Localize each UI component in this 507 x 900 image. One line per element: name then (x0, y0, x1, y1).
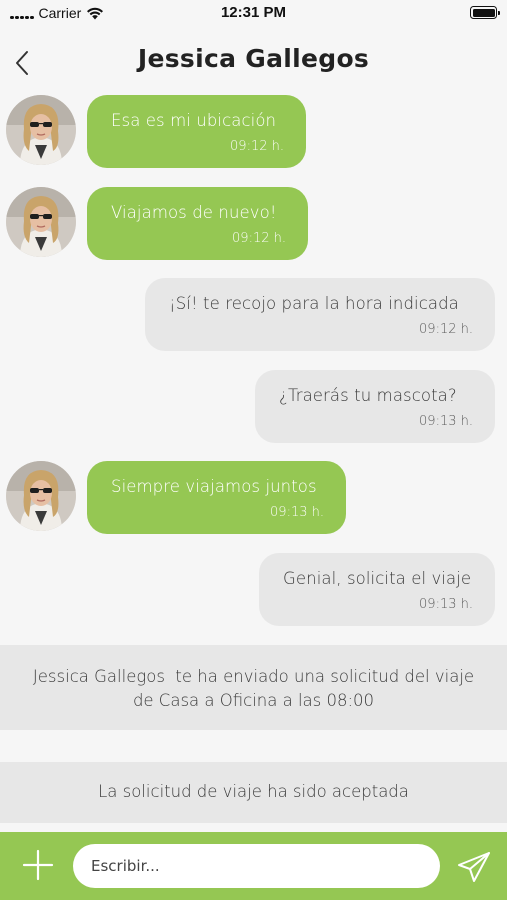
notice-line: de Casa a Oficina a las 08:00 (132, 691, 375, 710)
message-time: 09:12 h. (230, 139, 284, 154)
message-time: 09:12 h. (232, 231, 286, 246)
message-bubble-outgoing: ¡Sí! te recojo para la hora indicada 09:… (145, 278, 495, 351)
message-time: 09:12 h. (419, 322, 473, 337)
status-time: 12:31 PM (220, 4, 287, 21)
avatar (6, 95, 76, 165)
message-text: Genial, solicita el viaje (283, 569, 472, 588)
message-time: 09:13 h. (419, 414, 473, 429)
avatar (6, 187, 76, 257)
message-bubble-outgoing: Genial, solicita el viaje 09:13 h. (259, 553, 495, 626)
message-bubble-incoming: Viajamos de nuevo! 09:12 h. (87, 187, 308, 260)
notice-line: Jessica Gallegos te ha enviado una solic… (32, 667, 475, 686)
message-time: 09:13 h. (419, 597, 473, 612)
page-title: Jessica Gallegos (137, 44, 370, 73)
message-time: 09:13 h. (270, 505, 324, 520)
chat-header: Jessica Gallegos (0, 28, 507, 92)
status-bar: Carrier 12:31 PM (0, 0, 507, 28)
send-button[interactable] (456, 849, 492, 885)
message-bubble-outgoing: ¿Traerás tu mascota? 09:13 h. (255, 370, 495, 443)
composer-bar (0, 832, 507, 900)
add-attachment-button[interactable] (22, 849, 54, 881)
message-text: Viajamos de nuevo! (111, 203, 277, 222)
message-text: ¡Sí! te recojo para la hora indicada (169, 294, 459, 313)
message-text: Esa es mi ubicación (111, 111, 277, 130)
avatar (6, 461, 76, 531)
message-bubble-incoming: Siempre viajamos juntos 09:13 h. (87, 461, 346, 534)
trip-accepted-notice: La solicitud de viaje ha sido aceptada (0, 762, 507, 823)
plus-icon (22, 849, 54, 881)
trip-request-notice: Jessica Gallegos te ha enviado una solic… (0, 645, 507, 730)
message-input[interactable] (73, 844, 440, 888)
message-text: Siempre viajamos juntos (111, 477, 317, 496)
message-text: ¿Traerás tu mascota? (279, 386, 457, 405)
send-icon (458, 852, 490, 882)
battery-icon (470, 6, 500, 19)
message-bubble-incoming: Esa es mi ubicación 09:12 h. (87, 95, 306, 168)
notice-line: La solicitud de viaje ha sido aceptada (98, 782, 409, 801)
